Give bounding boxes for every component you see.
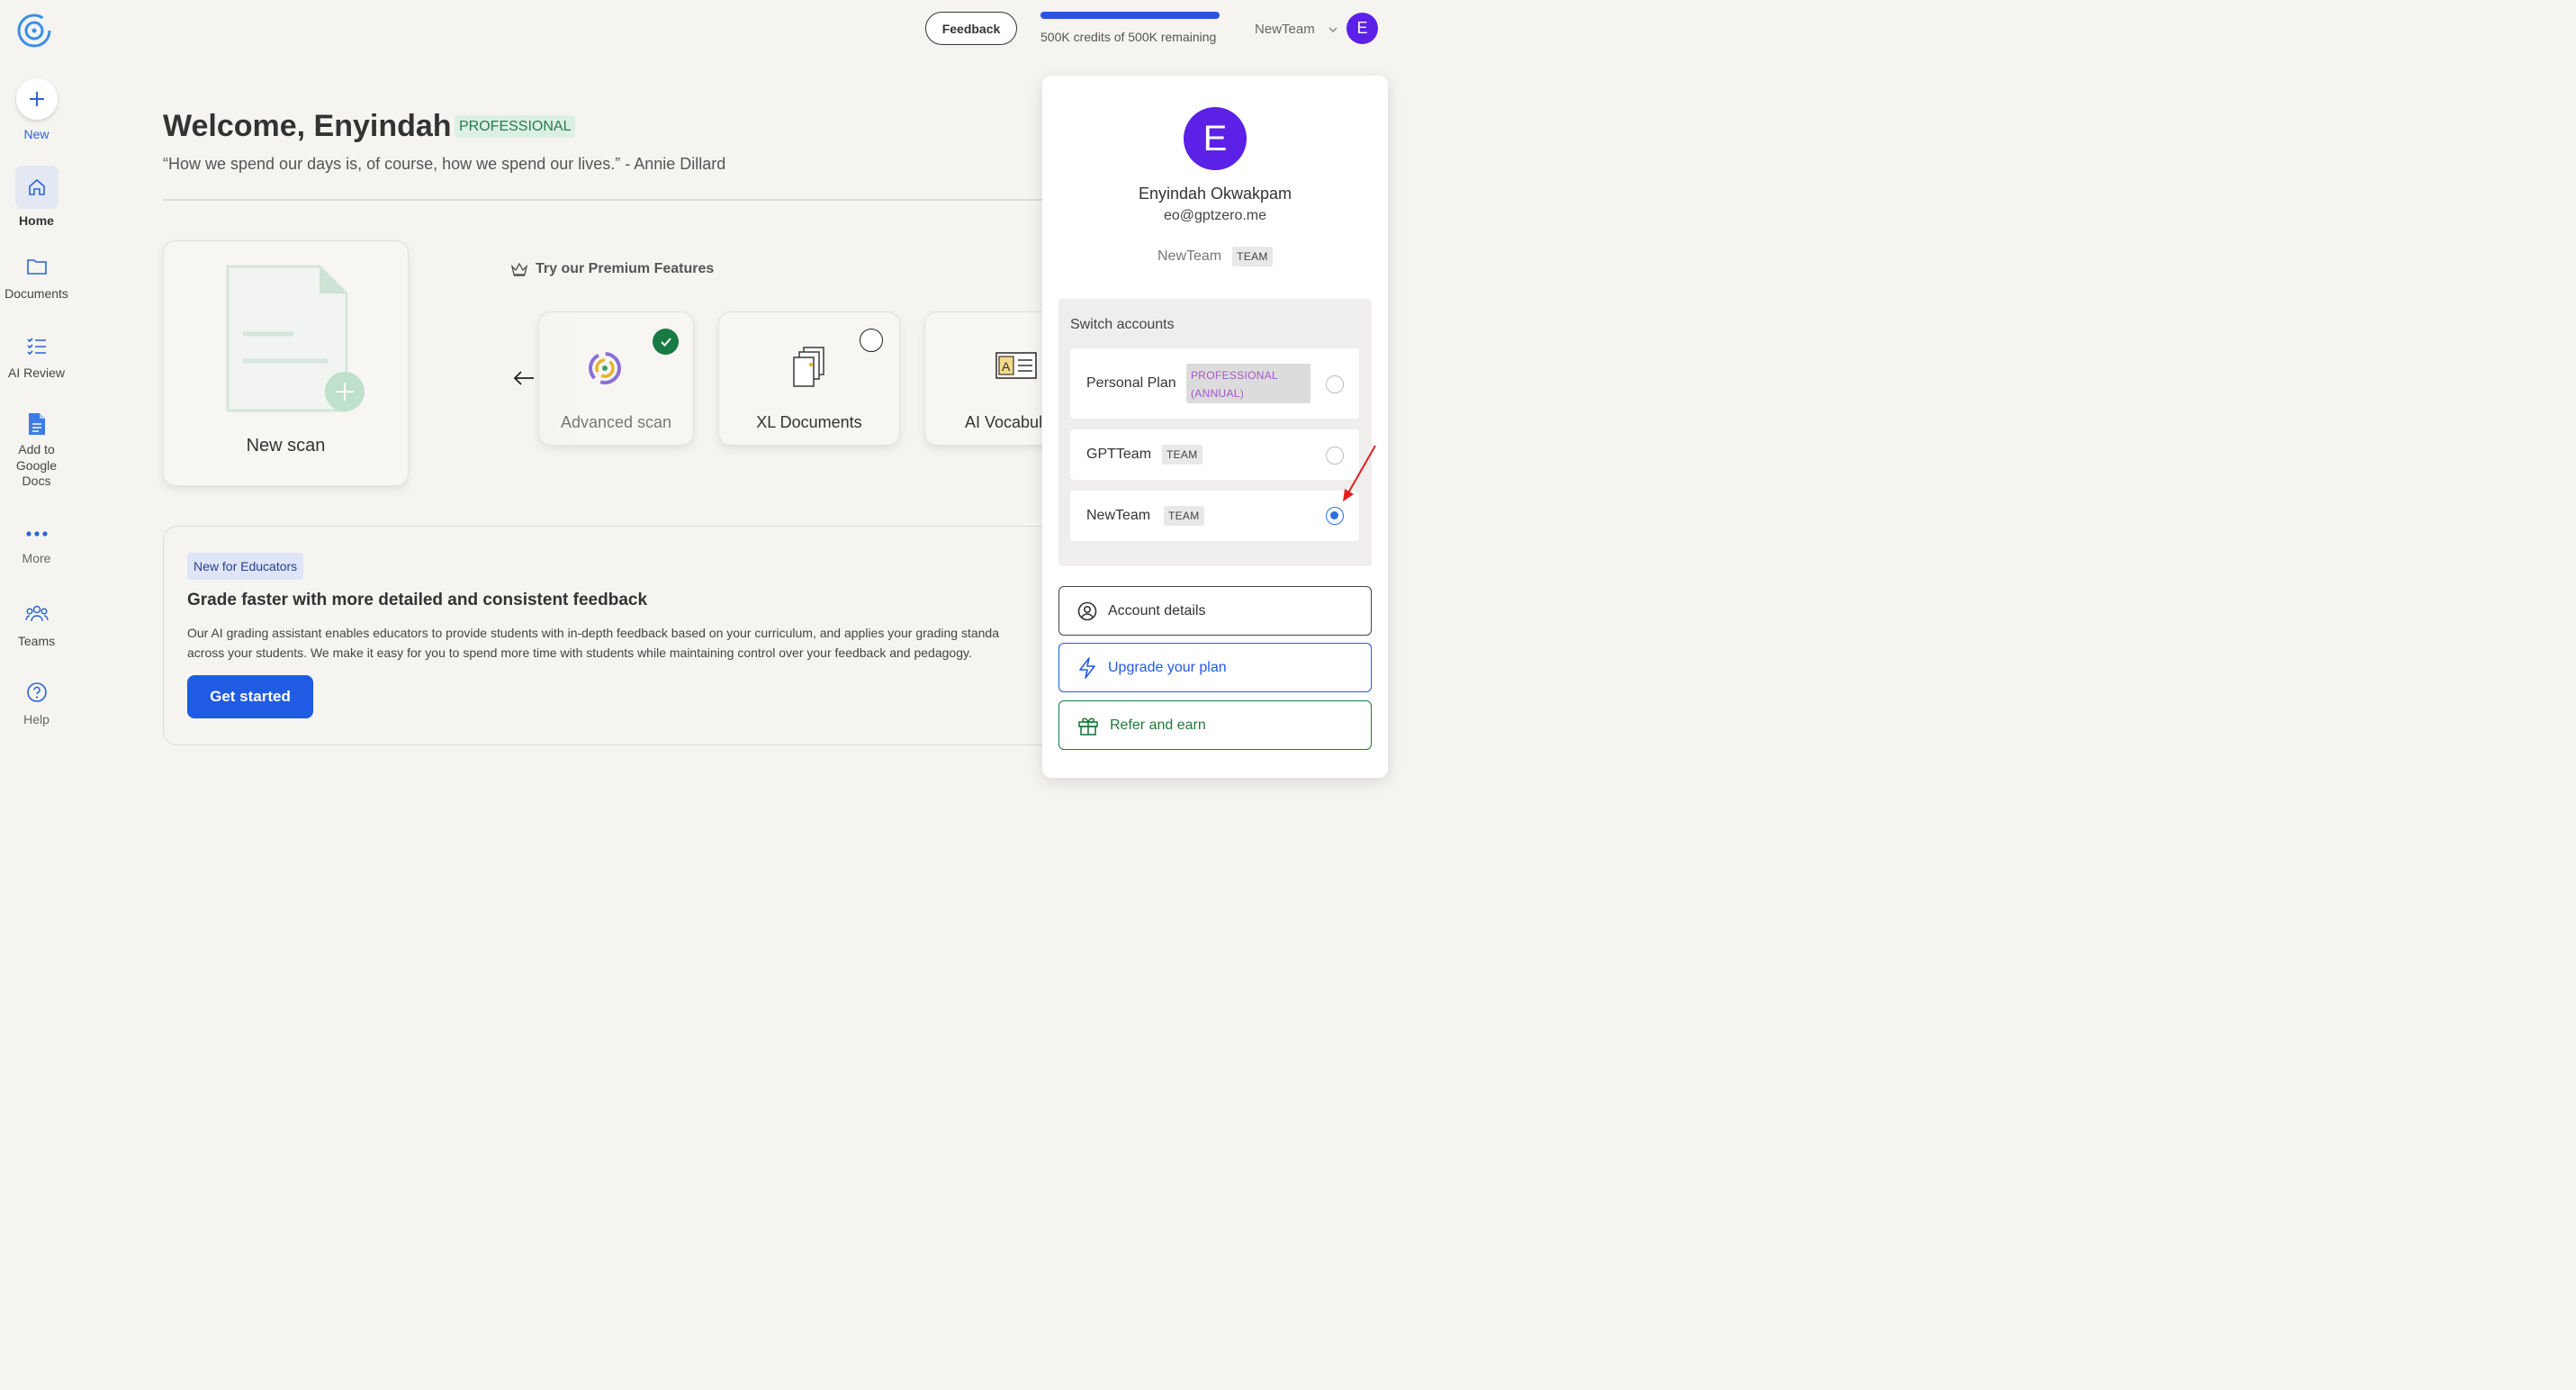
annotation-arrow-icon: [1343, 445, 1376, 501]
avatar-large: E: [1184, 107, 1247, 170]
premium-title-label: Try our Premium Features: [536, 261, 715, 276]
document-add-icon: [226, 265, 365, 412]
credits-text: 500K credits of 500K remaining: [1040, 30, 1217, 44]
team-tag: TEAM: [1164, 506, 1204, 526]
sidebar-item-google-docs[interactable]: Add to Google Docs: [0, 412, 73, 490]
advanced-scan-icon: [589, 352, 621, 384]
more-dots-icon: [25, 531, 48, 537]
team-icon: [24, 605, 49, 622]
plus-icon: [15, 78, 58, 120]
sidebar-item-label: AI Review: [7, 366, 66, 380]
plan-badge: PROFESSIONAL: [455, 115, 576, 138]
current-team: NewTeam TEAM: [1157, 247, 1273, 266]
refer-and-earn-button[interactable]: Refer and earn: [1058, 700, 1372, 750]
stacked-documents-icon: [793, 347, 824, 387]
feature-card-advanced-scan[interactable]: Advanced scan: [538, 311, 694, 446]
team-tag: TEAM: [1232, 247, 1273, 266]
home-icon: [14, 166, 59, 209]
upgrade-plan-button[interactable]: Upgrade your plan: [1058, 643, 1372, 692]
sidebar-item-label: Teams: [17, 634, 56, 648]
radio-circle-icon: [860, 329, 883, 352]
sidebar-item-label: Add to Google Docs: [15, 442, 58, 488]
vocabulary-icon: A: [995, 352, 1037, 379]
page-title: Welcome, Enyindah: [163, 109, 452, 143]
educators-description: Our AI grading assistant enables educato…: [187, 623, 1042, 663]
feature-card-xl-documents[interactable]: XL Documents: [718, 311, 900, 446]
feedback-button[interactable]: Feedback: [925, 12, 1017, 45]
checklist-icon: [26, 338, 46, 356]
premium-title: Try our Premium Features: [510, 261, 714, 277]
plan-tag-line: PROFESSIONAL: [1191, 369, 1278, 382]
team-tag: TEAM: [1162, 445, 1202, 465]
account-radio-selected[interactable]: [1326, 507, 1344, 525]
avatar[interactable]: E: [1347, 13, 1378, 44]
check-circle-icon: [653, 329, 679, 355]
quote-text: “How we spend our days is, of course, ho…: [163, 155, 726, 173]
get-started-button[interactable]: Get started: [187, 675, 313, 718]
account-radio[interactable]: [1326, 375, 1344, 393]
logo-icon[interactable]: [15, 12, 53, 50]
user-name: Enyindah Okwakpam: [1138, 185, 1293, 203]
divider: [163, 199, 1054, 201]
educators-badge: New for Educators: [187, 553, 304, 580]
user-email: eo@gptzero.me: [1163, 208, 1267, 223]
sidebar-item-label: More: [22, 551, 51, 565]
action-label: Upgrade your plan: [1108, 659, 1227, 675]
action-label: Account details: [1108, 602, 1206, 618]
svg-text:A: A: [1002, 359, 1011, 374]
google-docs-icon: [28, 413, 45, 435]
arrow-left-icon[interactable]: [512, 369, 536, 387]
team-selector[interactable]: NewTeam: [1255, 22, 1338, 37]
sidebar-item-label: Documents: [5, 286, 68, 301]
plan-tag: PROFESSIONAL (ANNUAL): [1186, 364, 1311, 403]
account-name: NewTeam: [1086, 508, 1151, 523]
sidebar-item-home[interactable]: Home: [0, 166, 73, 228]
sidebar-item-ai-review[interactable]: AI Review: [0, 335, 73, 380]
new-label: New: [23, 127, 50, 141]
account-option-newteam[interactable]: NewTeam TEAM: [1070, 491, 1359, 541]
account-name: Personal Plan: [1086, 375, 1176, 391]
new-scan-label: New scan: [246, 436, 326, 456]
crown-icon: [510, 262, 528, 276]
plan-tag-line: (ANNUAL): [1191, 387, 1245, 400]
current-team-name: NewTeam: [1157, 248, 1222, 264]
feature-label: Advanced scan: [560, 413, 672, 431]
educators-title: Grade faster with more detailed and cons…: [187, 591, 648, 609]
account-option-gptteam[interactable]: GPTTeam TEAM: [1070, 429, 1359, 480]
account-details-button[interactable]: Account details: [1058, 586, 1372, 636]
sidebar-item-documents[interactable]: Documents: [0, 256, 73, 301]
sidebar-item-more[interactable]: More: [0, 528, 73, 565]
account-option-personal[interactable]: Personal Plan PROFESSIONAL (ANNUAL): [1070, 348, 1359, 419]
educators-text-line: across your students. We make it easy fo…: [187, 645, 972, 660]
sidebar-item-help[interactable]: Help: [0, 681, 73, 727]
help-icon: [26, 682, 47, 702]
action-label: Refer and earn: [1110, 717, 1206, 733]
team-selector-label: NewTeam: [1255, 22, 1315, 37]
credits-progress-bar: [1040, 12, 1220, 19]
feature-label: XL Documents: [756, 413, 862, 431]
switch-accounts-title: Switch accounts: [1070, 317, 1175, 332]
sidebar-item-label: Help: [23, 712, 50, 727]
user-circle-icon: [1077, 601, 1097, 620]
chevron-down-icon: [1329, 27, 1338, 33]
gift-icon: [1078, 717, 1098, 736]
new-button[interactable]: New: [0, 78, 73, 141]
sidebar-item-label: Home: [19, 213, 54, 228]
educators-text-line: Our AI grading assistant enables educato…: [187, 626, 999, 640]
lightning-icon: [1079, 656, 1095, 679]
sidebar-item-teams[interactable]: Teams: [0, 603, 73, 648]
account-name: GPTTeam: [1086, 447, 1152, 462]
folder-icon: [26, 259, 47, 275]
